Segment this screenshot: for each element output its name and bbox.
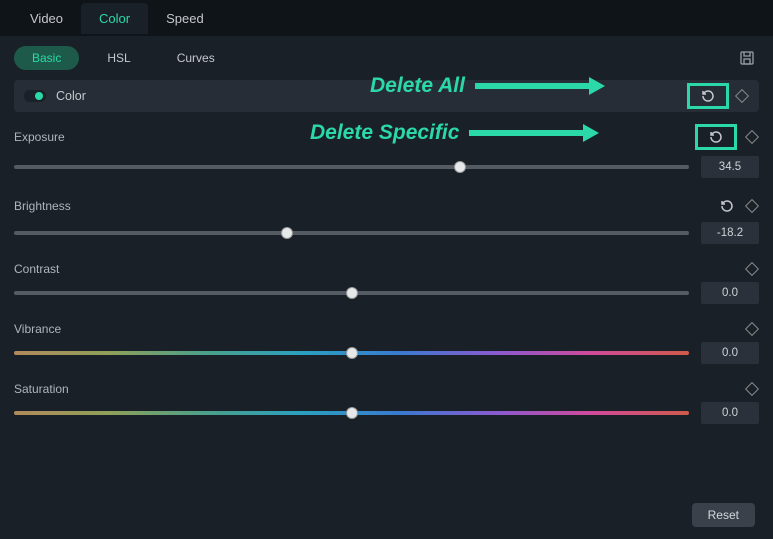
vibrance-slider[interactable] (14, 345, 689, 361)
vibrance-slider-thumb[interactable] (346, 347, 358, 359)
brightness-slider[interactable] (14, 225, 689, 241)
exposure-reset-button[interactable] (695, 124, 737, 150)
property-saturation: Saturation 0.0 (14, 382, 759, 424)
subtab-curves[interactable]: Curves (159, 46, 233, 70)
saturation-label: Saturation (14, 382, 69, 396)
exposure-keyframe-button[interactable] (745, 130, 759, 144)
reset-icon (708, 129, 724, 145)
tab-speed[interactable]: Speed (148, 3, 222, 34)
sub-tabs: Basic HSL Curves (14, 46, 233, 70)
reset-icon (700, 88, 716, 104)
save-preset-button[interactable] (735, 46, 759, 70)
contrast-slider[interactable] (14, 285, 689, 301)
color-panel: Basic HSL Curves Color Delete All Delete… (0, 36, 773, 539)
saturation-slider-thumb[interactable] (346, 407, 358, 419)
save-icon (739, 50, 755, 66)
contrast-value[interactable]: 0.0 (701, 282, 759, 304)
color-section-title: Color (56, 89, 86, 103)
exposure-slider-thumb[interactable] (454, 161, 466, 173)
exposure-value[interactable]: 34.5 (701, 156, 759, 178)
subtab-hsl[interactable]: HSL (89, 46, 148, 70)
tab-video[interactable]: Video (12, 3, 81, 34)
color-toggle[interactable] (24, 90, 46, 102)
vibrance-value[interactable]: 0.0 (701, 342, 759, 364)
contrast-keyframe-button[interactable] (745, 262, 759, 276)
brightness-keyframe-button[interactable] (745, 199, 759, 213)
sub-tabs-row: Basic HSL Curves (14, 46, 759, 70)
vibrance-label: Vibrance (14, 322, 61, 336)
saturation-slider[interactable] (14, 405, 689, 421)
subtab-basic[interactable]: Basic (14, 46, 79, 70)
property-brightness: Brightness -18.2 (14, 196, 759, 244)
contrast-slider-thumb[interactable] (346, 287, 358, 299)
vibrance-keyframe-button[interactable] (745, 322, 759, 336)
color-section-header: Color (14, 80, 759, 112)
brightness-label: Brightness (14, 199, 71, 213)
property-vibrance: Vibrance 0.0 (14, 322, 759, 364)
saturation-value[interactable]: 0.0 (701, 402, 759, 424)
brightness-slider-thumb[interactable] (281, 227, 293, 239)
tab-color[interactable]: Color (81, 3, 148, 34)
brightness-value[interactable]: -18.2 (701, 222, 759, 244)
exposure-label: Exposure (14, 130, 65, 144)
exposure-slider[interactable] (14, 159, 689, 175)
saturation-keyframe-button[interactable] (745, 382, 759, 396)
property-exposure: Exposure 34.5 (14, 124, 759, 178)
reset-button[interactable]: Reset (692, 503, 755, 527)
top-tabs: Video Color Speed (0, 0, 773, 36)
property-contrast: Contrast 0.0 (14, 262, 759, 304)
reset-all-button[interactable] (687, 83, 729, 109)
contrast-label: Contrast (14, 262, 59, 276)
brightness-reset-button[interactable] (717, 196, 737, 216)
reset-icon (719, 198, 735, 214)
keyframe-button[interactable] (735, 89, 749, 103)
